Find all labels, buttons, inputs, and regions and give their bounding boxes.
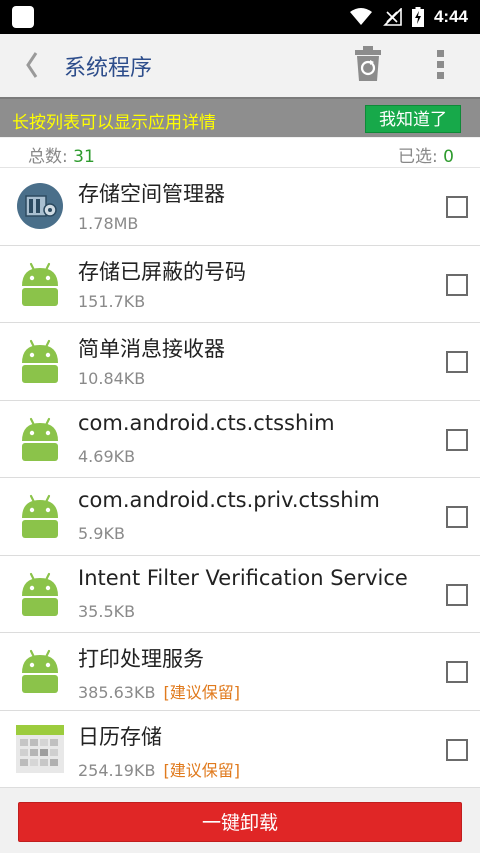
notification-icon	[12, 6, 34, 28]
got-it-button[interactable]: 我知道了	[365, 105, 461, 133]
app-size: 151.7KB	[78, 291, 146, 311]
app-name: 日历存储	[78, 724, 162, 749]
app-size: 35.5KB	[78, 601, 136, 621]
android-icon	[22, 572, 58, 616]
select-checkbox[interactable]	[446, 273, 468, 296]
app-bar: 系统程序	[0, 34, 480, 96]
list-item[interactable]: 存储已屏蔽的号码 151.7KB	[0, 245, 480, 323]
back-chevron-icon[interactable]	[18, 49, 48, 81]
app-size-line: 254.19KB [建议保留]	[78, 757, 240, 781]
list-item[interactable]: com.android.cts.ctsshim 4.69KB	[0, 400, 480, 478]
status-time: 4:44	[433, 7, 468, 26]
selected-count: 已选: 0	[398, 142, 454, 167]
app-size: 254.19KB	[78, 760, 156, 780]
list-item[interactable]: 存储空间管理器 1.78MB	[0, 168, 480, 246]
calendar-storage-icon	[16, 724, 64, 773]
total-value: 31	[73, 147, 95, 167]
android-icon	[22, 417, 58, 461]
list-item[interactable]: Intent Filter Verification Service 35.5K…	[0, 555, 480, 633]
more-vertical-icon[interactable]	[434, 48, 448, 82]
app-size-line: 4.69KB	[78, 447, 143, 466]
app-name: 存储已屏蔽的号码	[78, 259, 246, 284]
wifi-icon	[349, 8, 372, 25]
selected-value: 0	[443, 147, 454, 167]
app-size-line: 35.5KB	[78, 602, 143, 621]
battery-charging-icon	[411, 7, 424, 27]
total-count: 总数: 31	[28, 142, 95, 167]
app-size-line: 1.78MB	[78, 214, 146, 233]
select-checkbox[interactable]	[446, 196, 468, 218]
summary-bar: 总数: 31 已选: 0	[0, 138, 480, 168]
app-size: 4.69KB	[78, 446, 136, 466]
app-tag: [建议保留]	[163, 760, 240, 780]
app-tag: [建议保留]	[163, 683, 240, 702]
bottom-bar: 一键卸载	[0, 787, 480, 853]
android-icon	[22, 339, 58, 383]
selected-label: 已选:	[398, 147, 438, 167]
android-icon	[22, 649, 58, 693]
app-size-line: 151.7KB	[78, 292, 153, 311]
app-size-line: 10.84KB	[78, 369, 153, 388]
app-size: 5.9KB	[78, 524, 125, 543]
select-checkbox[interactable]	[446, 661, 468, 683]
app-size-line: 5.9KB	[78, 524, 133, 543]
app-size: 10.84KB	[78, 369, 146, 388]
app-size: 1.78MB	[78, 214, 139, 233]
status-icons: 4:44	[349, 0, 468, 34]
list-item[interactable]: 简单消息接收器 10.84KB	[0, 323, 480, 401]
total-label: 总数:	[28, 147, 68, 167]
app-list: 存储空间管理器 1.78MB 存储已屏蔽的号码 151.7KB 简单消息接收器 …	[0, 168, 480, 788]
app-size: 385.63KB	[78, 683, 156, 702]
list-item[interactable]: 打印处理服务 385.63KB [建议保留]	[0, 633, 480, 711]
page-title: 系统程序	[64, 56, 153, 81]
app-name: 存储空间管理器	[78, 182, 225, 206]
recycle-bin-icon[interactable]	[354, 46, 382, 82]
android-icon	[22, 262, 58, 306]
status-bar: 4:44	[0, 0, 480, 34]
hint-text: 长按列表可以显示应用详情	[12, 113, 216, 133]
app-name: com.android.cts.ctsshim	[78, 410, 335, 435]
storage-manager-icon	[17, 183, 63, 229]
one-click-uninstall-button[interactable]: 一键卸载	[18, 802, 462, 842]
list-item[interactable]: com.android.cts.priv.ctsshim 5.9KB	[0, 478, 480, 556]
signal-icon	[383, 8, 402, 26]
app-size-line: 385.63KB [建议保留]	[78, 679, 240, 703]
select-checkbox[interactable]	[446, 506, 468, 528]
app-name: 简单消息接收器	[78, 337, 225, 361]
app-name: Intent Filter Verification Service	[78, 565, 408, 590]
select-checkbox[interactable]	[446, 351, 468, 373]
select-checkbox[interactable]	[446, 738, 468, 761]
hint-bar: 长按列表可以显示应用详情 我知道了	[0, 97, 480, 137]
select-checkbox[interactable]	[446, 428, 468, 451]
app-name: 打印处理服务	[78, 647, 204, 671]
select-checkbox[interactable]	[446, 583, 468, 606]
list-item[interactable]: 日历存储 254.19KB [建议保留]	[0, 710, 480, 788]
android-icon	[22, 494, 58, 538]
app-name: com.android.cts.priv.ctsshim	[78, 488, 380, 512]
